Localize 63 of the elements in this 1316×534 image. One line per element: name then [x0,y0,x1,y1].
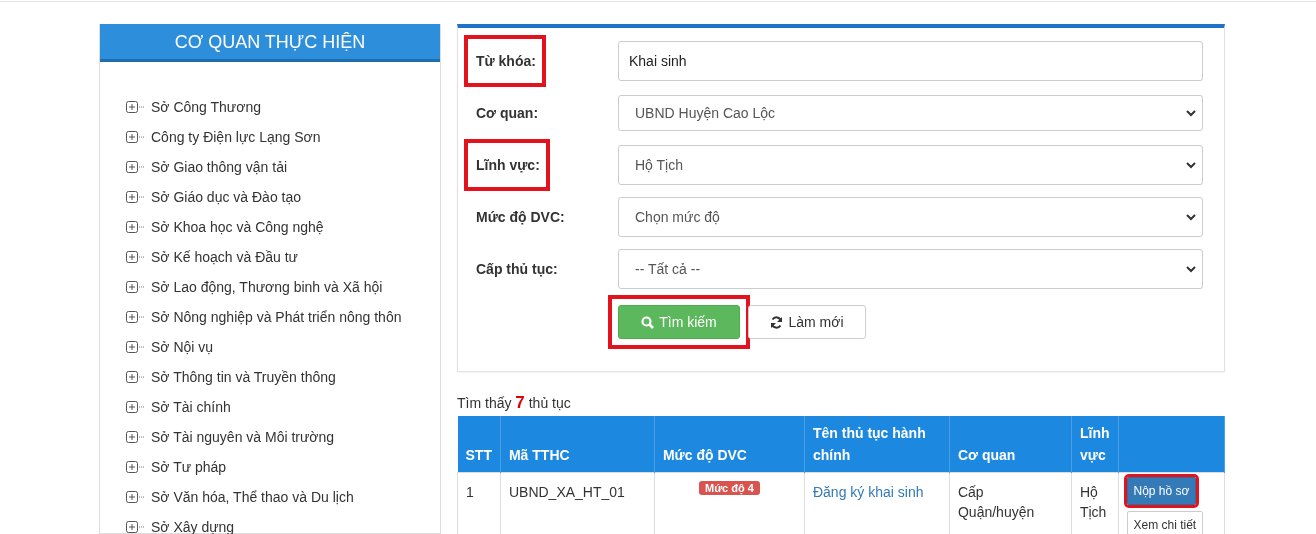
agency-item[interactable]: Sở Lao động, Thương binh và Xã hội [151,279,383,295]
dropdown[interactable]: -- Tất cả -- [618,249,1203,289]
expand-icon[interactable] [126,521,146,533]
table-cell: UBND_XA_HT_01 [500,472,655,534]
result-count: Tìm thấy 7 thủ tục [457,394,572,412]
table-cell: 1 [457,472,501,534]
agency-item[interactable]: Sở Tài chính [151,399,231,415]
sidebar-title: CƠ QUAN THỰC HIỆN [100,24,440,62]
submit-button[interactable]: Nộp hồ sơ [1126,477,1197,505]
expand-icon[interactable] [126,131,146,143]
expand-icon[interactable] [126,461,146,473]
keyword-field[interactable]: Khai sinh [618,41,1203,81]
expand-icon[interactable] [126,401,146,413]
table-cell: Hộ Tịch [1071,472,1118,534]
agency-item[interactable]: Sở Thông tin và Truyền thông [151,369,336,385]
column-header: STT [457,416,501,473]
procedure-link[interactable]: Đăng ký khai sinh [812,484,924,500]
agency-item[interactable]: Sở Tài nguyên và Môi trường [151,429,335,445]
chevron-down-icon [1186,265,1196,273]
column-header: Tên thủ tục hành chính [804,416,950,473]
expand-icon[interactable] [126,371,146,383]
level-badge: Mức độ 4 [699,481,760,495]
expand-icon[interactable] [126,161,146,173]
field-label: Lĩnh vực: [464,139,550,191]
expand-icon[interactable] [126,191,146,203]
agency-item[interactable]: Sở Giáo dục và Đào tạo [151,189,302,205]
expand-icon[interactable] [126,431,146,443]
field-label: Cơ quan: [475,104,540,123]
search-icon [641,315,655,329]
details-button[interactable]: Xem chi tiết [1126,511,1204,534]
field-label: Cấp thủ tục: [475,260,559,279]
expand-icon[interactable] [126,101,146,113]
agency-item[interactable]: Sở Giao thông vận tải [151,159,288,175]
agency-item[interactable]: Sở Xây dựng [151,519,235,534]
chevron-down-icon [1186,213,1196,221]
column-header: Cơ quan [949,416,1072,473]
table-cell: Cấp Quận/huyện [949,472,1072,534]
expand-icon[interactable] [126,491,146,503]
dropdown[interactable]: Hộ Tịch [618,145,1203,185]
chevron-down-icon [1186,161,1196,169]
agency-item[interactable]: Sở Văn hóa, Thể thao và Du lịch [151,489,354,505]
expand-icon[interactable] [126,221,146,233]
agency-item[interactable]: Công ty Điện lực Lạng Sơn [151,129,321,145]
field-label: Từ khóa: [464,35,546,87]
dropdown[interactable]: Chọn mức độ [618,197,1203,237]
refresh-icon [770,315,784,329]
reset-button[interactable]: Làm mới [748,305,866,339]
expand-icon[interactable] [126,251,146,263]
agency-item[interactable]: Sở Kế hoạch và Đầu tư [151,249,298,265]
column-header: Mức độ DVC [654,416,805,473]
field-label: Mức độ DVC: [475,208,566,227]
agency-item[interactable]: Sở Công Thương [151,99,261,115]
agency-item[interactable]: Sở Nội vụ [151,339,214,355]
agency-item[interactable]: Sở Khoa học và Công nghệ [151,219,324,235]
agency-item[interactable]: Sở Tư pháp [151,459,227,475]
column-header: Lĩnh vực [1071,416,1118,473]
chevron-down-icon [1186,109,1196,117]
column-header: Mã TTHC [500,416,655,473]
agency-item[interactable]: Sở Nông nghiệp và Phát triển nông thôn [151,309,402,325]
expand-icon[interactable] [126,281,146,293]
expand-icon[interactable] [126,311,146,323]
dropdown[interactable]: UBND Huyện Cao Lộc [618,95,1203,131]
expand-icon[interactable] [126,341,146,353]
